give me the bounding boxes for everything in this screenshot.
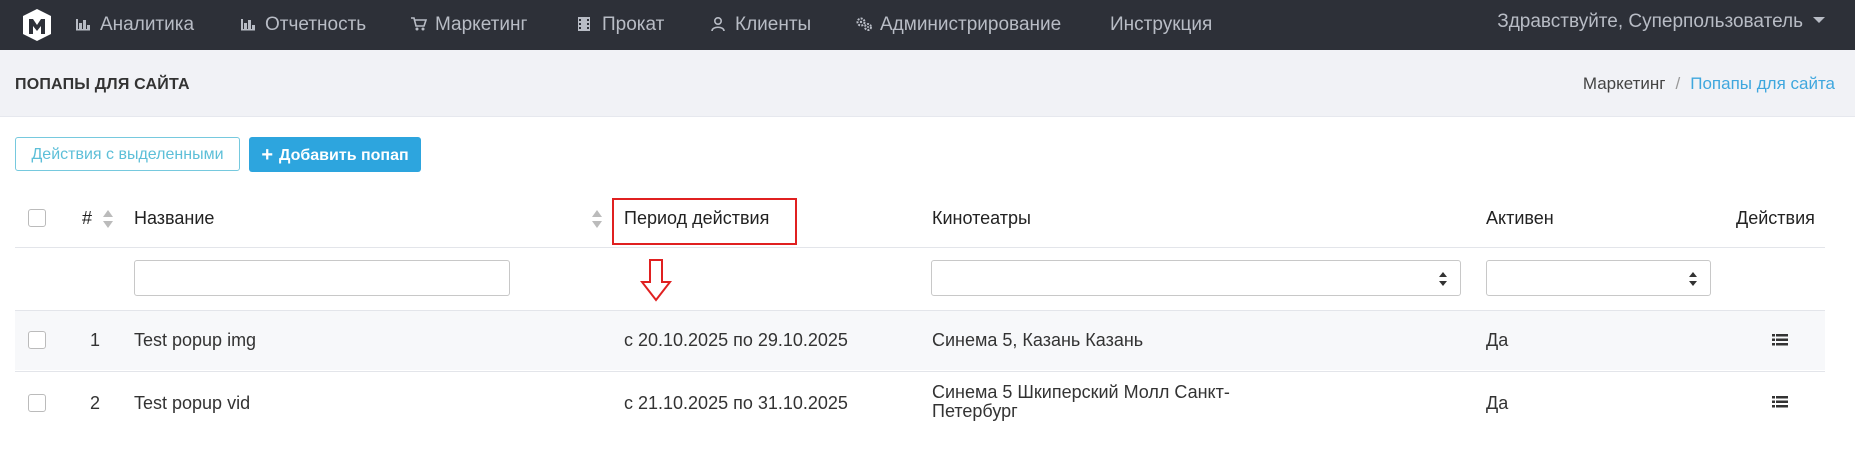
nav-item-label: Инструкция	[1110, 14, 1213, 35]
page-title: ПОПАПЫ ДЛЯ САЙТА	[15, 76, 190, 93]
nav-item-administration[interactable]: Администрирование	[855, 0, 1061, 50]
row-period: с 21.10.2025 по 31.10.2025	[624, 393, 848, 413]
row-checkbox[interactable]	[28, 331, 46, 349]
chevron-down-icon	[1813, 16, 1825, 23]
bar-chart-icon	[240, 16, 258, 34]
nav-item-instruction[interactable]: Инструкция	[1110, 0, 1212, 50]
sort-icon[interactable]	[102, 208, 114, 230]
add-popup-button[interactable]: + Добавить попап	[249, 137, 421, 172]
table-row	[15, 310, 1825, 370]
cinemas-filter-select[interactable]	[931, 260, 1461, 296]
breadcrumb-item-current[interactable]: Попапы для сайта	[1690, 74, 1835, 93]
select-arrows-icon	[1689, 272, 1697, 286]
bar-chart-icon	[75, 16, 93, 34]
user-icon	[710, 16, 728, 34]
nav-item-clients[interactable]: Клиенты	[710, 0, 811, 50]
row-checkbox[interactable]	[28, 394, 46, 412]
nav-item-label: Администрирование	[880, 14, 1062, 35]
row-active: Да	[1486, 330, 1509, 350]
gears-icon	[855, 16, 873, 34]
sort-icon[interactable]	[591, 208, 603, 230]
breadcrumb-separator: /	[1675, 74, 1681, 93]
nav-item-label: Маркетинг	[435, 14, 528, 35]
list-icon[interactable]	[1772, 395, 1788, 409]
row-active: Да	[1486, 393, 1509, 413]
bulk-actions-button[interactable]: Действия с выделенными	[15, 137, 240, 171]
row-id: 2	[90, 393, 101, 413]
nav-item-label: Отчетность	[265, 14, 367, 35]
film-icon	[577, 16, 595, 34]
nav-item-rental[interactable]: Прокат	[577, 0, 664, 50]
cart-icon	[410, 16, 428, 34]
select-all-checkbox[interactable]	[28, 209, 46, 227]
row-id: 1	[90, 330, 101, 350]
column-header-cinemas[interactable]: Кинотеатры	[932, 208, 1031, 229]
breadcrumb: Маркетинг / Попапы для сайта	[1583, 74, 1835, 94]
logo-icon[interactable]	[20, 7, 54, 43]
column-header-id[interactable]: #	[82, 208, 92, 229]
row-period: с 20.10.2025 по 29.10.2025	[624, 330, 848, 350]
row-cinemas: Синема 5, Казань Казань	[932, 330, 1144, 350]
page-header: ПОПАПЫ ДЛЯ САЙТА Маркетинг / Попапы для са…	[0, 50, 1855, 117]
name-filter-input[interactable]	[134, 260, 510, 296]
nav-item-label: Клиенты	[735, 14, 812, 35]
active-filter-select[interactable]	[1486, 260, 1711, 296]
divider	[15, 371, 1825, 372]
annotation-highlight-box	[612, 198, 797, 245]
column-header-actions: Действия	[1736, 208, 1815, 228]
nav-item-analytics[interactable]: Аналитика	[75, 0, 194, 50]
nav-item-label: Прокат	[602, 14, 665, 35]
annotation-arrow-down-icon	[640, 259, 672, 302]
breadcrumb-item-marketing[interactable]: Маркетинг	[1583, 74, 1666, 93]
nav-item-label: Аналитика	[100, 14, 195, 35]
user-menu[interactable]: Здравствуйте, Суперпользователь	[1497, 0, 1825, 44]
top-navbar: Аналитика Отчетность Маркетинг Прокат Кл…	[0, 0, 1855, 50]
list-icon[interactable]	[1772, 333, 1788, 347]
add-popup-label: Добавить попап	[279, 147, 409, 164]
user-greeting: Здравствуйте, Суперпользователь	[1497, 11, 1803, 32]
row-name: Test popup vid	[134, 393, 251, 413]
column-header-name[interactable]: Название	[134, 208, 214, 229]
select-arrows-icon	[1439, 272, 1447, 286]
nav-item-reports[interactable]: Отчетность	[240, 0, 366, 50]
nav-item-marketing[interactable]: Маркетинг	[410, 0, 527, 50]
divider	[15, 310, 1825, 311]
column-header-active[interactable]: Активен	[1486, 208, 1554, 229]
plus-icon: +	[261, 144, 274, 166]
row-name: Test popup img	[134, 330, 257, 350]
row-cinemas: Синема 5 Шкиперский Молл Санкт-Петербург	[932, 382, 1230, 421]
divider	[15, 247, 1825, 248]
